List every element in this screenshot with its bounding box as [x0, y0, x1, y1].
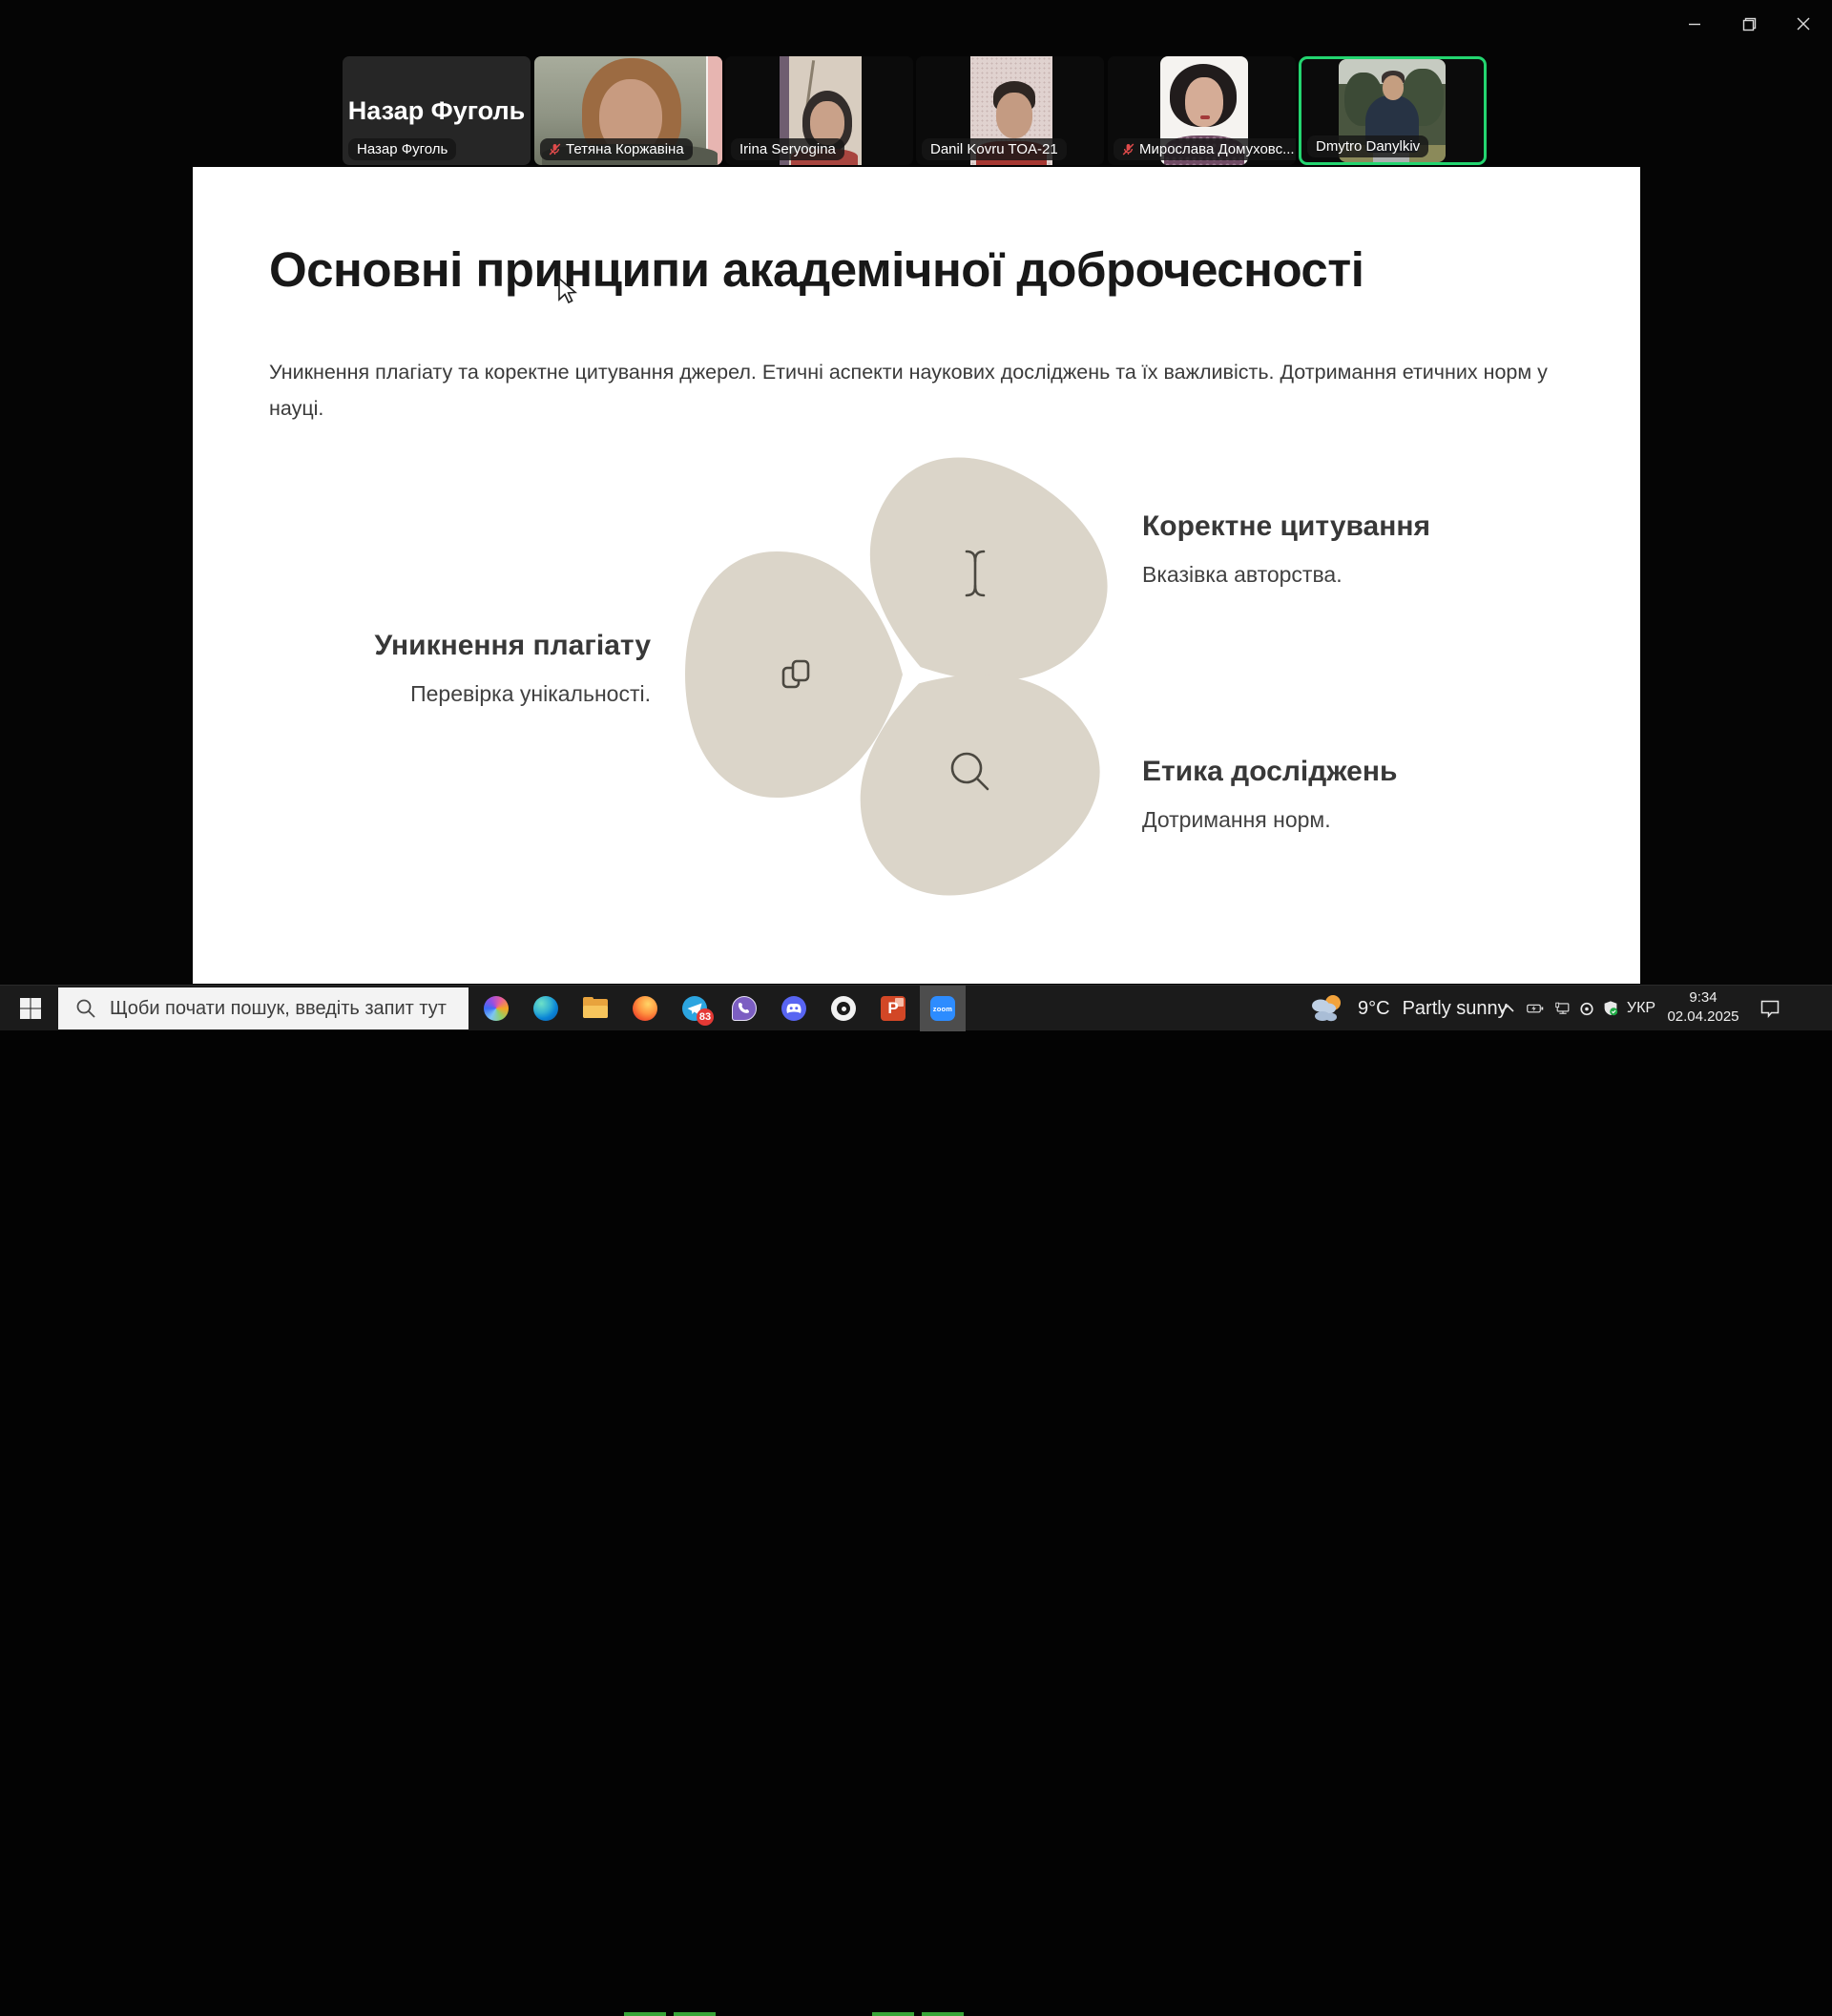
restore-button[interactable] [1727, 0, 1771, 48]
mouse-cursor [557, 277, 578, 305]
taskbar-app-explorer[interactable] [572, 986, 618, 1031]
start-button[interactable] [8, 986, 53, 1031]
participant-name: Irina Seryogina [739, 141, 836, 157]
running-indicator-zoom [922, 2012, 964, 2016]
slide-paragraph: Уникнення плагіату та коректне цитування… [269, 354, 1578, 426]
close-button[interactable] [1781, 0, 1825, 48]
diagram-item-title: Уникнення плагіату [336, 630, 651, 662]
firefox-icon [633, 996, 657, 1021]
running-indicator-telegram [674, 2012, 716, 2016]
action-center-button[interactable] [1754, 986, 1786, 1031]
participant-name-label: Мирослава Домуховс... [1114, 138, 1296, 160]
taskbar-app-zoom[interactable]: zoom [920, 986, 966, 1031]
taskbar-app-discord[interactable] [771, 986, 817, 1031]
viber-icon [732, 996, 757, 1021]
edge-icon [533, 996, 558, 1021]
shared-screen-slide: Основні принципи академічної доброчеснос… [193, 167, 1640, 984]
participant-tile[interactable]: Irina Seryogina [725, 56, 913, 165]
participant-name-label: Назар Фуголь [348, 138, 456, 160]
discord-icon [781, 996, 806, 1021]
participant-tile-active-speaker[interactable]: Dmytro Danylkiv [1299, 56, 1487, 165]
taskbar-app-viber[interactable] [721, 986, 767, 1031]
weather-condition: Partly sunny [1403, 998, 1508, 1020]
mic-off-icon [549, 143, 561, 156]
diagram-item-title: Коректне цитування [1142, 510, 1524, 543]
titlebar [0, 0, 1832, 48]
taskbar-app-steelseries[interactable] [821, 986, 866, 1031]
diagram-item-ethics: Етика досліджень Дотримання норм. [1142, 756, 1524, 833]
weather-icon [1309, 993, 1345, 1024]
minimize-button[interactable] [1673, 0, 1717, 48]
participant-name-label: Irina Seryogina [731, 138, 844, 160]
taskbar-weather[interactable]: 9°C Partly sunny [1309, 986, 1508, 1031]
taskbar-app-edge[interactable] [523, 986, 569, 1031]
participant-name: Dmytro Danylkiv [1316, 138, 1420, 155]
diagram-item-desc: Перевірка унікальності. [336, 681, 651, 707]
diagram-item-desc: Дотримання норм. [1142, 807, 1524, 833]
taskbar-app-firefox[interactable] [622, 986, 668, 1031]
participant-name-label: Dmytro Danylkiv [1307, 135, 1428, 157]
zoom-app-window: Назар Фуголь Назар Фуголь Тетяна Коржаві… [0, 0, 1832, 1030]
minimize-icon [1688, 17, 1701, 31]
security-shield-icon [1603, 999, 1618, 1018]
close-icon [1797, 17, 1810, 31]
participant-tile[interactable]: Назар Фуголь Назар Фуголь [343, 56, 531, 165]
participant-name: Мирослава Домуховс... [1139, 141, 1295, 157]
restore-icon [1742, 17, 1757, 31]
participant-tile[interactable]: Danil Kovru TOA-21 [916, 56, 1104, 165]
zoom-icon-label: zoom [933, 1005, 952, 1013]
participant-name: Назар Фуголь [357, 141, 448, 157]
action-center-icon [1760, 1000, 1780, 1018]
participant-tile[interactable]: Мирослава Домуховс... [1108, 56, 1296, 165]
diagram-item-citation: Коректне цитування Вказівка авторства. [1142, 510, 1524, 588]
slide-title: Основні принципи академічної доброчеснос… [269, 241, 1364, 298]
participant-name-label: Danil Kovru TOA-21 [922, 138, 1067, 160]
powerpoint-icon: P [881, 996, 906, 1021]
mic-off-icon [1122, 143, 1135, 156]
running-indicator-firefox [624, 2012, 666, 2016]
clock-date: 02.04.2025 [1662, 1008, 1744, 1027]
participant-tile[interactable]: Тетяна Коржавіна [534, 56, 722, 165]
telegram-icon: 83 [682, 996, 707, 1021]
taskbar-app-copilot[interactable] [473, 986, 519, 1031]
taskbar-app-powerpoint[interactable]: P [870, 986, 916, 1031]
file-explorer-icon [583, 996, 608, 1021]
battery-icon [1527, 1001, 1544, 1016]
copilot-icon [484, 996, 509, 1021]
windows-start-icon [19, 997, 42, 1020]
tray-security-button[interactable] [1597, 986, 1624, 1031]
participant-name: Тетяна Коржавіна [566, 141, 684, 157]
telegram-badge: 83 [697, 1008, 714, 1026]
participant-name-label: Тетяна Коржавіна [540, 138, 693, 160]
tray-network-button[interactable] [1550, 986, 1576, 1031]
taskbar-clock[interactable]: 9:34 02.04.2025 [1662, 988, 1744, 1029]
zoom-icon: zoom [930, 996, 955, 1021]
steelseries-tray-icon [1580, 1001, 1593, 1017]
tray-chevron-button[interactable] [1494, 986, 1521, 1031]
steelseries-icon [831, 996, 856, 1021]
clover-diagram [651, 429, 1137, 925]
tray-battery-button[interactable] [1521, 986, 1550, 1031]
diagram-item-desc: Вказівка авторства. [1142, 562, 1524, 588]
weather-temp: 9°C [1358, 998, 1390, 1020]
search-icon [75, 998, 96, 1019]
chevron-up-icon [1501, 1004, 1514, 1013]
participant-name: Danil Kovru TOA-21 [930, 141, 1058, 157]
taskbar-app-telegram[interactable]: 83 [672, 986, 718, 1031]
language-indicator: УКР [1627, 1000, 1655, 1017]
diagram-item-plagiarism: Уникнення плагіату Перевірка унікальност… [336, 630, 651, 707]
taskbar: 83 [0, 985, 1832, 1030]
clock-time: 9:34 [1662, 988, 1744, 1008]
taskbar-search[interactable] [58, 987, 468, 1029]
network-icon [1555, 1000, 1571, 1017]
tray-language-button[interactable]: УКР [1622, 986, 1660, 1031]
running-indicator-powerpoint [872, 2012, 914, 2016]
search-input[interactable] [108, 997, 465, 1021]
diagram-item-title: Етика досліджень [1142, 756, 1524, 788]
tray-steelseries-button[interactable] [1574, 986, 1599, 1031]
